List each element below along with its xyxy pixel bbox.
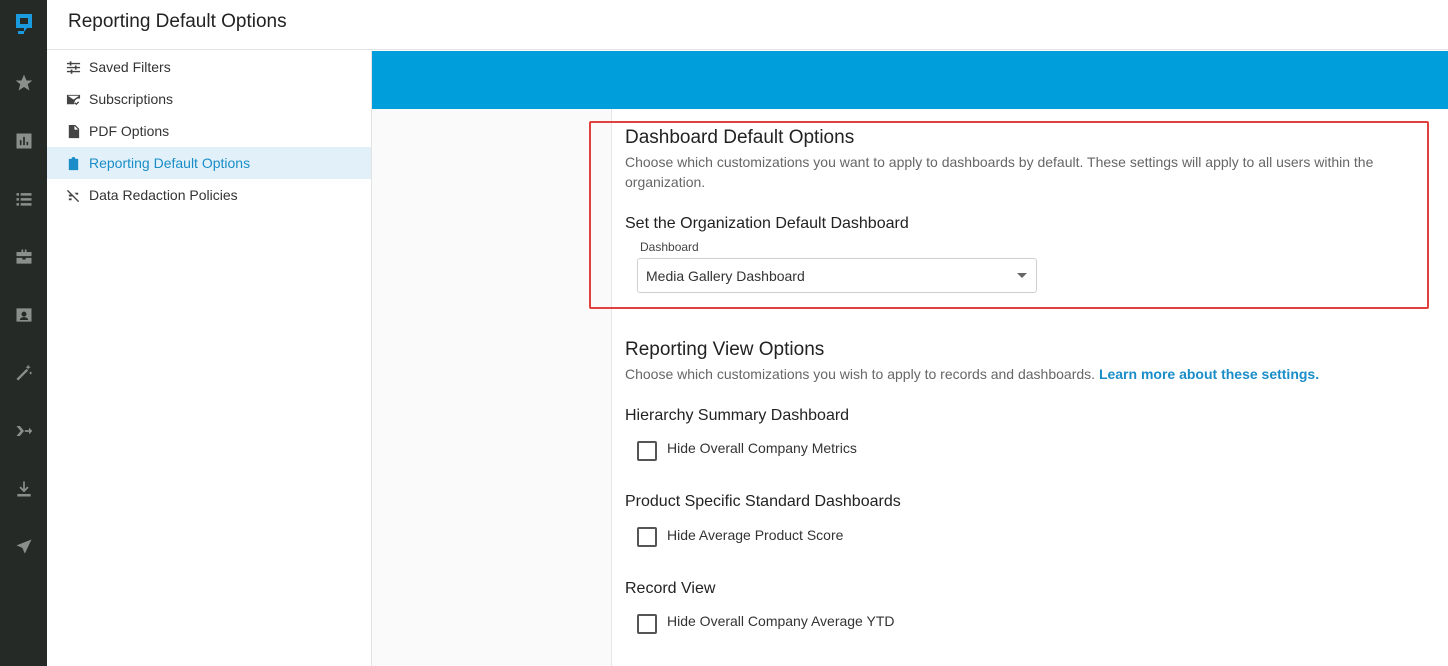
- hide-overall-company-average-ytd-label[interactable]: Hide Overall Company Average YTD: [667, 613, 894, 629]
- sidebar-item-subscriptions[interactable]: Subscriptions: [47, 83, 371, 115]
- hide-average-product-score-label[interactable]: Hide Average Product Score: [667, 527, 843, 543]
- star-icon[interactable]: [0, 68, 47, 98]
- hide-overall-company-metrics-checkbox[interactable]: [637, 441, 657, 461]
- sidebar-item-label: Data Redaction Policies: [89, 187, 238, 203]
- chart-icon[interactable]: [0, 126, 47, 156]
- page-banner: [372, 51, 1448, 109]
- reporting-view-description-text: Choose which customizations you wish to …: [625, 366, 1096, 382]
- page-header: Reporting Default Options: [47, 0, 1448, 50]
- app-rail: [0, 0, 47, 666]
- sidebar-item-label: Saved Filters: [89, 59, 171, 75]
- mail-check-icon: [65, 91, 81, 107]
- sliders-icon: [65, 59, 81, 75]
- sidebar-item-label: Subscriptions: [89, 91, 174, 107]
- hide-average-product-score-checkbox[interactable]: [637, 527, 657, 547]
- product-specific-heading: Product Specific Standard Dashboards: [625, 493, 901, 510]
- app-logo-icon[interactable]: [0, 0, 47, 47]
- redaction-icon: [65, 187, 81, 203]
- sidebar-item-label: PDF Options: [89, 123, 170, 139]
- hide-overall-company-metrics-label[interactable]: Hide Overall Company Metrics: [667, 440, 857, 456]
- clipboard-icon: [65, 155, 81, 171]
- sidebar-item-reporting-default-options[interactable]: Reporting Default Options: [47, 147, 371, 179]
- contact-card-icon[interactable]: [0, 300, 47, 330]
- sidebar-item-pdf-options[interactable]: PDF Options: [47, 115, 371, 147]
- settings-sidebar: Saved Filters Subscriptions PDF Options …: [47, 51, 372, 666]
- reporting-view-title: Reporting View Options: [625, 339, 825, 360]
- page-title: Reporting Default Options: [68, 11, 287, 32]
- highlight-box: [589, 121, 1429, 309]
- briefcase-icon[interactable]: [0, 242, 47, 272]
- content-gutter: [372, 109, 612, 666]
- download-icon[interactable]: [0, 474, 47, 504]
- send-icon[interactable]: [0, 532, 47, 562]
- reporting-view-description: Choose which customizations you wish to …: [625, 364, 1425, 384]
- magic-wand-icon[interactable]: [0, 358, 47, 388]
- flow-arrow-icon[interactable]: [0, 416, 47, 446]
- sidebar-item-data-redaction-policies[interactable]: Data Redaction Policies: [47, 179, 371, 211]
- learn-more-link[interactable]: Learn more about these settings.: [1099, 366, 1319, 382]
- hide-overall-company-average-ytd-checkbox[interactable]: [637, 614, 657, 634]
- record-view-heading: Record View: [625, 580, 716, 597]
- sidebar-item-saved-filters[interactable]: Saved Filters: [47, 51, 371, 83]
- sidebar-item-label: Reporting Default Options: [89, 155, 251, 171]
- hierarchy-summary-heading: Hierarchy Summary Dashboard: [625, 407, 850, 424]
- list-icon[interactable]: [0, 184, 47, 214]
- pdf-file-icon: [65, 123, 81, 139]
